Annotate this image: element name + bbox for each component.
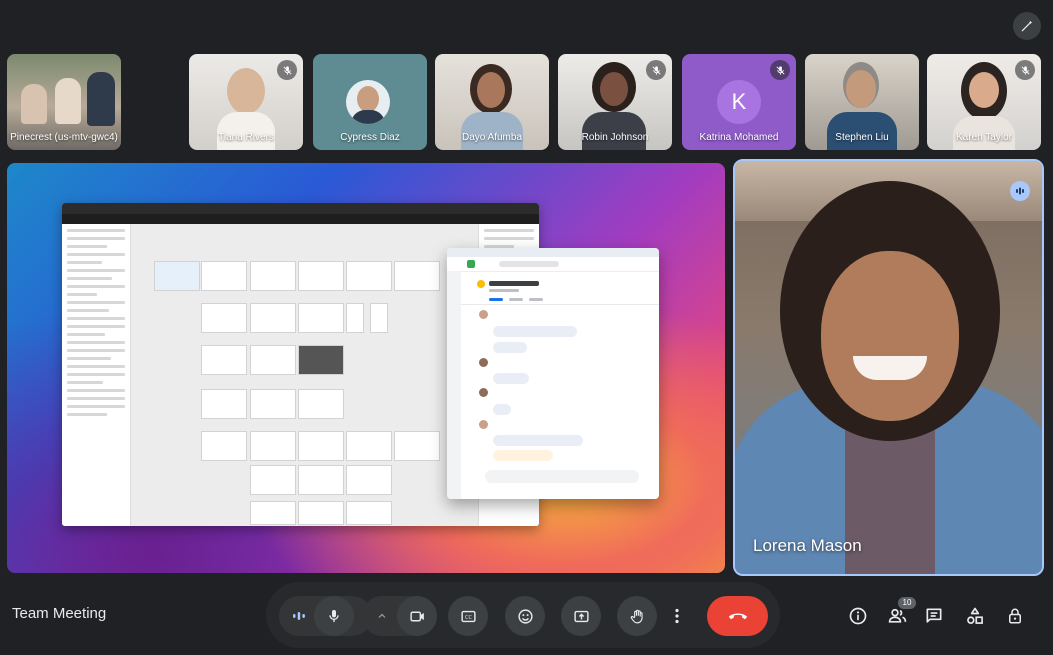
chevron-up-icon <box>376 610 388 622</box>
participant-name: Katrina Mohamed <box>699 132 779 143</box>
participant-tile[interactable]: Robin Johnson <box>558 54 672 150</box>
meeting-details-button[interactable] <box>842 600 874 632</box>
active-speaker-tile[interactable]: Lorena Mason <box>733 159 1044 576</box>
end-call-icon <box>727 610 749 622</box>
audio-level-button[interactable] <box>279 596 319 636</box>
camera-options-button[interactable] <box>362 596 402 636</box>
audio-level-icon <box>1015 186 1025 196</box>
speaking-indicator <box>1010 181 1030 201</box>
participant-name: Pinecrest (us-mtv-gwc4) <box>10 132 118 143</box>
microphone-button[interactable] <box>314 596 354 636</box>
mic-off-indicator <box>1015 60 1035 80</box>
participant-tile[interactable]: Cypress Diaz <box>313 54 427 150</box>
participant-name: Tiana Rivers <box>218 132 274 143</box>
participant-tile[interactable]: Dayo Afumba <box>435 54 549 150</box>
mic-off-icon <box>282 65 293 76</box>
raise-hand-button[interactable] <box>617 596 657 636</box>
participant-name: Cypress Diaz <box>340 132 400 143</box>
participant-tile[interactable]: Tiana Rivers <box>189 54 303 150</box>
chat-icon <box>924 606 944 626</box>
participant-tile[interactable]: Stephen Liu <box>805 54 919 150</box>
speaker-name: Lorena Mason <box>753 536 862 555</box>
screen-share[interactable] <box>7 163 725 573</box>
mic-off-indicator <box>646 60 666 80</box>
host-controls-button[interactable] <box>999 600 1031 632</box>
more-vert-icon <box>674 608 680 624</box>
camera-button[interactable] <box>397 596 437 636</box>
lock-icon <box>1006 606 1024 626</box>
participant-name: Stephen Liu <box>835 132 889 143</box>
people-icon <box>887 606 908 626</box>
raise-hand-icon <box>629 608 646 625</box>
present-button[interactable] <box>561 596 601 636</box>
info-icon <box>848 606 868 626</box>
mic-icon <box>326 608 342 624</box>
layers-panel <box>62 224 131 526</box>
present-icon <box>573 608 590 625</box>
mic-off-icon <box>775 65 786 76</box>
participant-tile[interactable]: Karen Taylor <box>927 54 1041 150</box>
wand-icon <box>1020 19 1034 33</box>
effects-button[interactable] <box>1013 12 1041 40</box>
participant-name: Dayo Afumba <box>461 132 523 143</box>
meeting-title: Team Meeting <box>12 605 107 622</box>
svg-text:CC: CC <box>465 614 472 620</box>
emoji-icon <box>517 608 534 625</box>
avatar <box>346 80 390 124</box>
mic-off-icon <box>1020 65 1031 76</box>
avatar: K <box>717 80 761 124</box>
mic-off-icon <box>651 65 662 76</box>
people-count-badge: 10 <box>898 597 916 609</box>
participant-tile[interactable]: Pinecrest (us-mtv-gwc4) <box>7 54 121 150</box>
leave-call-button[interactable] <box>707 596 768 636</box>
audio-level-icon <box>292 611 306 621</box>
reactions-button[interactable] <box>505 596 545 636</box>
activities-icon <box>965 606 985 626</box>
activities-button[interactable] <box>959 600 991 632</box>
mic-off-indicator <box>277 60 297 80</box>
chat-button[interactable] <box>918 600 950 632</box>
participant-name: Karen Taylor <box>956 132 1012 143</box>
participant-tile[interactable]: K Katrina Mohamed <box>682 54 796 150</box>
shared-chat-app-window <box>447 248 659 499</box>
mic-off-indicator <box>770 60 790 80</box>
more-options-button[interactable] <box>663 596 691 636</box>
captions-button[interactable]: CC <box>448 596 488 636</box>
camera-icon <box>409 608 426 625</box>
participant-name: Robin Johnson <box>581 132 649 143</box>
captions-icon: CC <box>460 608 477 625</box>
